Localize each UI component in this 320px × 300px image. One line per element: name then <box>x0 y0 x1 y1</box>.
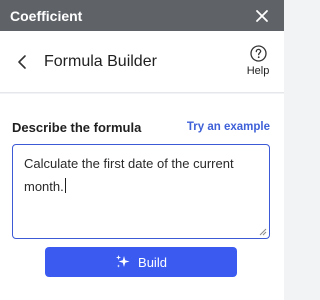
help-button[interactable]: Help <box>244 45 272 81</box>
build-button-label: Build <box>138 254 167 270</box>
question-circle-icon <box>249 45 267 62</box>
app-title: Coefficient <box>10 7 83 24</box>
formula-input-text: Calculate the first date of the current … <box>24 156 234 194</box>
close-icon[interactable] <box>252 6 272 26</box>
chevron-left-icon[interactable] <box>12 51 32 73</box>
sparkle-icon <box>116 255 130 268</box>
resize-grip-icon[interactable] <box>259 228 267 236</box>
page-title: Formula Builder <box>44 53 157 70</box>
app-titlebar: Coefficient <box>0 0 284 31</box>
formula-description-label: Describe the formula <box>12 120 142 135</box>
text-caret <box>64 178 66 193</box>
build-button[interactable]: Build <box>45 247 237 277</box>
formula-description-input[interactable]: Calculate the first date of the current … <box>12 144 270 239</box>
panel-header: Formula Builder Help <box>0 31 284 93</box>
try-example-link[interactable]: Try an example <box>187 121 270 133</box>
help-label: Help <box>246 65 270 77</box>
